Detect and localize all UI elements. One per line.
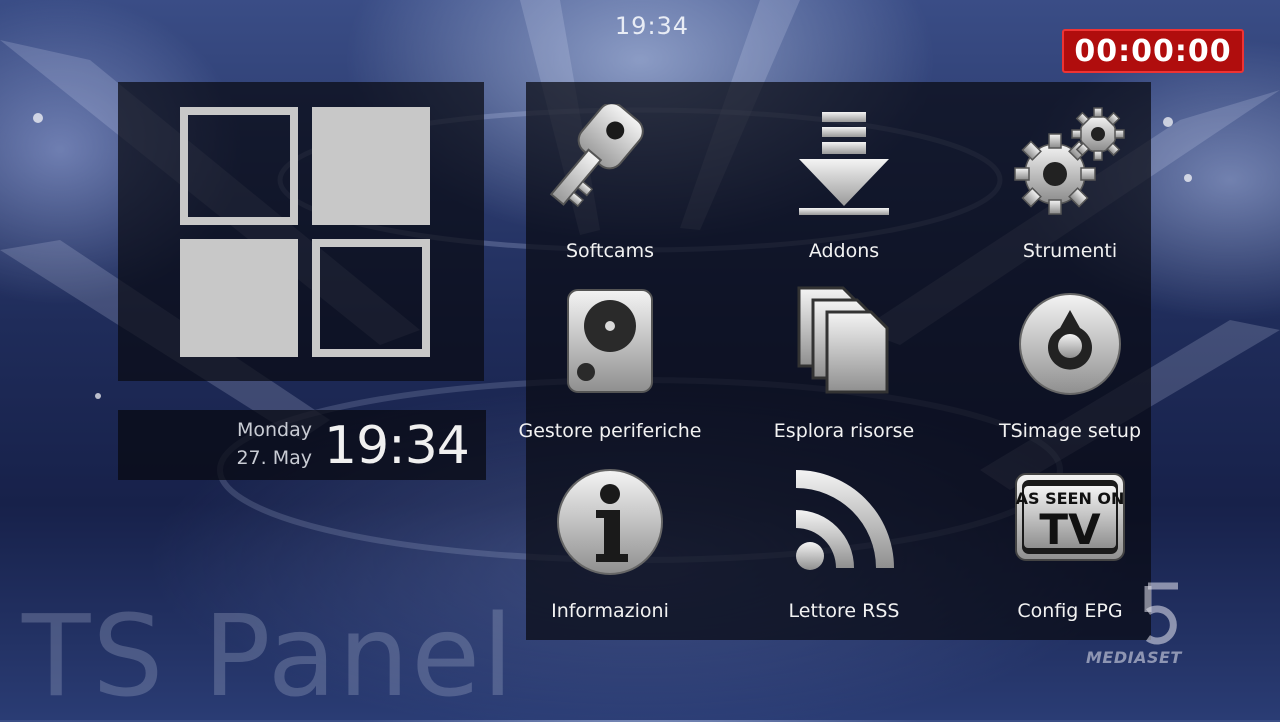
- logo-tile-outline: [312, 239, 430, 357]
- menu-item-label: Gestore periferiche: [518, 420, 702, 442]
- menu-item-label: Informazioni: [551, 600, 669, 622]
- menu-item-label: Strumenti: [1022, 240, 1118, 262]
- panel-title-watermark: TS Panel: [22, 592, 516, 722]
- menu-item-label: Lettore RSS: [788, 600, 900, 622]
- download-icon: [740, 104, 948, 216]
- menu-item-esplora-risorse[interactable]: Esplora risorse: [740, 262, 948, 442]
- as-seen-on-tv-icon: AS SEEN ON TV: [966, 464, 1174, 576]
- weekday-label: Monday: [236, 419, 312, 441]
- menu-item-label: Esplora risorse: [773, 420, 915, 442]
- channel-5-logo-icon: [1144, 582, 1178, 645]
- dial-icon: [966, 284, 1174, 396]
- menu-item-informazioni[interactable]: Informazioni: [506, 442, 714, 622]
- main-menu-grid: Softcams Addons Strumenti Gestore perife…: [519, 82, 1151, 640]
- hard-drive-icon: [506, 284, 714, 396]
- info-icon: [506, 464, 714, 576]
- logo-tile-filled: [312, 107, 430, 225]
- time-display: 19:34: [324, 416, 470, 476]
- menu-item-softcams[interactable]: Softcams: [506, 82, 714, 262]
- menu-item-label: Addons: [808, 240, 880, 262]
- files-icon: [740, 284, 948, 396]
- key-icon: [506, 104, 714, 216]
- recording-timer: 00:00:00: [1062, 29, 1244, 73]
- menu-item-addons[interactable]: Addons: [740, 82, 948, 262]
- logo-tile-filled: [180, 239, 298, 357]
- channel-logo-text: MEDIASET: [1086, 648, 1182, 667]
- plugin-logo-panel: [118, 82, 484, 381]
- menu-item-lettore-rss[interactable]: Lettore RSS: [740, 442, 948, 622]
- menu-item-tsimage-setup[interactable]: TSimage setup: [966, 262, 1174, 442]
- svg-text:TV: TV: [1039, 505, 1101, 554]
- datetime-widget: Monday 27. May 19:34: [118, 410, 486, 480]
- menu-item-strumenti[interactable]: Strumenti: [966, 82, 1174, 262]
- menu-item-label: Softcams: [566, 240, 654, 262]
- menu-item-label: TSimage setup: [998, 420, 1142, 442]
- gears-icon: [966, 104, 1174, 216]
- logo-tile-outline: [180, 107, 298, 225]
- channel-logo: MEDIASET: [1086, 582, 1196, 672]
- rss-icon: [740, 464, 948, 576]
- menu-item-gestore-periferiche[interactable]: Gestore periferiche: [506, 262, 714, 442]
- date-label: 27. May: [236, 447, 312, 469]
- status-clock: 19:34: [614, 12, 690, 40]
